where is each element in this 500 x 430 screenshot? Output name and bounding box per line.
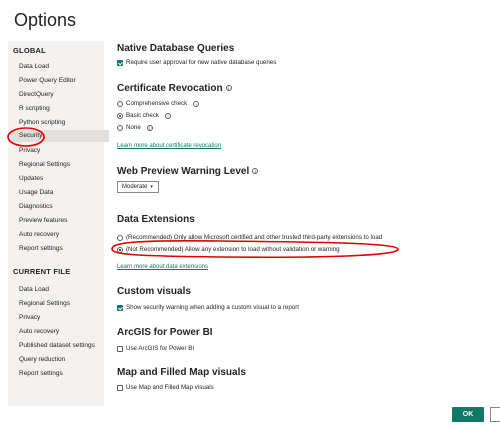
sidebar-item-cf-data-load[interactable]: Data Load bbox=[19, 286, 49, 293]
radio-button[interactable] bbox=[117, 100, 123, 107]
sidebar-item-preview-features[interactable]: Preview features bbox=[19, 217, 67, 224]
section-title-web-preview: Web Preview Warning Level i bbox=[117, 166, 259, 177]
sidebar-item-cf-regional-settings[interactable]: Regional Settings bbox=[19, 300, 70, 307]
checkbox-checked[interactable] bbox=[117, 59, 123, 66]
section-title-data-extensions: Data Extensions bbox=[117, 214, 195, 225]
sidebar-item-cf-privacy[interactable]: Privacy bbox=[19, 314, 40, 321]
sidebar-item-data-load[interactable]: Data Load bbox=[19, 63, 49, 70]
sidebar-item-diagnostics[interactable]: Diagnostics bbox=[19, 203, 53, 210]
option-label: (Recommended) Only allow Microsoft certi… bbox=[126, 234, 383, 241]
link-certificate-revocation[interactable]: Learn more about certificate revocation bbox=[117, 143, 221, 149]
chevron-down-icon: ▾ bbox=[150, 184, 153, 190]
radio-button-selected[interactable] bbox=[117, 246, 123, 253]
info-icon[interactable]: i bbox=[225, 85, 232, 92]
info-icon[interactable]: i bbox=[193, 100, 200, 107]
option-label: Require user approval for new native dat… bbox=[126, 59, 277, 66]
sidebar-item-r-scripting[interactable]: R scripting bbox=[19, 105, 50, 112]
option-custom-visual-warning[interactable]: Show security warning when adding a cust… bbox=[117, 304, 299, 311]
checkbox[interactable] bbox=[117, 345, 123, 352]
sidebar-item-usage-data[interactable]: Usage Data bbox=[19, 189, 53, 196]
web-preview-level-dropdown[interactable]: Moderate ▾ bbox=[117, 181, 159, 193]
options-sidebar: GLOBAL Data Load Power Query Editor Dire… bbox=[8, 41, 109, 406]
ok-button[interactable]: OK bbox=[452, 407, 484, 422]
option-comprehensive-check[interactable]: Comprehensive check i bbox=[117, 100, 200, 107]
section-title-custom-visuals: Custom visuals bbox=[117, 286, 191, 297]
checkbox-checked[interactable] bbox=[117, 304, 123, 311]
info-icon[interactable]: i bbox=[165, 112, 172, 119]
sidebar-header-global: GLOBAL bbox=[13, 46, 46, 55]
sidebar-item-security[interactable]: Security bbox=[11, 130, 109, 142]
sidebar-item-directquery[interactable]: DirectQuery bbox=[19, 91, 54, 98]
option-label: None bbox=[126, 124, 141, 131]
sidebar-item-cf-published-dataset-settings[interactable]: Published dataset settings bbox=[19, 342, 95, 349]
option-require-user-approval[interactable]: Require user approval for new native dat… bbox=[117, 59, 276, 66]
option-recommended-extensions[interactable]: (Recommended) Only allow Microsoft certi… bbox=[117, 234, 382, 241]
sidebar-item-auto-recovery[interactable]: Auto recovery bbox=[19, 231, 59, 238]
sidebar-item-cf-report-settings[interactable]: Report settings bbox=[19, 370, 63, 377]
checkbox[interactable] bbox=[117, 384, 123, 391]
option-basic-check[interactable]: Basic check i bbox=[117, 112, 172, 119]
option-label: Use ArcGIS for Power BI bbox=[126, 345, 195, 352]
cancel-button[interactable] bbox=[490, 407, 500, 422]
sidebar-header-current-file: CURRENT FILE bbox=[13, 267, 71, 276]
info-icon[interactable]: i bbox=[252, 168, 259, 175]
section-title-arcgis: ArcGIS for Power BI bbox=[117, 327, 213, 338]
sidebar-item-cf-query-reduction[interactable]: Query reduction bbox=[19, 356, 65, 363]
option-none[interactable]: None i bbox=[117, 124, 153, 131]
sidebar-item-cf-auto-recovery[interactable]: Auto recovery bbox=[19, 328, 59, 335]
radio-button[interactable] bbox=[117, 124, 123, 131]
sidebar-item-regional-settings[interactable]: Regional Settings bbox=[19, 161, 70, 168]
sidebar-item-updates[interactable]: Updates bbox=[19, 175, 43, 182]
section-title-native-database-queries: Native Database Queries bbox=[117, 43, 235, 54]
option-label: Basic check bbox=[126, 112, 160, 119]
section-title-map-visuals: Map and Filled Map visuals bbox=[117, 367, 246, 378]
section-title-text: Web Preview Warning Level bbox=[117, 166, 250, 177]
option-label: (Not Recommended) Allow any extension to… bbox=[126, 246, 340, 253]
dropdown-value: Moderate bbox=[122, 184, 148, 190]
radio-button-selected[interactable] bbox=[117, 112, 123, 119]
info-icon[interactable]: i bbox=[146, 124, 153, 131]
sidebar-item-privacy[interactable]: Privacy bbox=[19, 147, 40, 154]
sidebar-item-power-query-editor[interactable]: Power Query Editor bbox=[19, 77, 76, 84]
option-label: Comprehensive check bbox=[126, 100, 188, 107]
link-data-extensions[interactable]: Learn more about data extensions bbox=[117, 264, 208, 270]
radio-button[interactable] bbox=[117, 234, 123, 241]
option-label: Show security warning when adding a cust… bbox=[126, 304, 299, 311]
option-use-map-visuals[interactable]: Use Map and Filled Map visuals bbox=[117, 384, 214, 391]
sidebar-item-python-scripting[interactable]: Python scripting bbox=[19, 119, 65, 126]
section-title-text: Certificate Revocation bbox=[117, 83, 223, 94]
option-not-recommended-extensions[interactable]: (Not Recommended) Allow any extension to… bbox=[117, 246, 340, 253]
option-label: Use Map and Filled Map visuals bbox=[126, 384, 214, 391]
sidebar-item-report-settings[interactable]: Report settings bbox=[19, 245, 63, 252]
option-use-arcgis[interactable]: Use ArcGIS for Power BI bbox=[117, 345, 194, 352]
dialog-title: Options bbox=[14, 10, 77, 30]
section-title-certificate-revocation: Certificate Revocation i bbox=[117, 83, 232, 94]
